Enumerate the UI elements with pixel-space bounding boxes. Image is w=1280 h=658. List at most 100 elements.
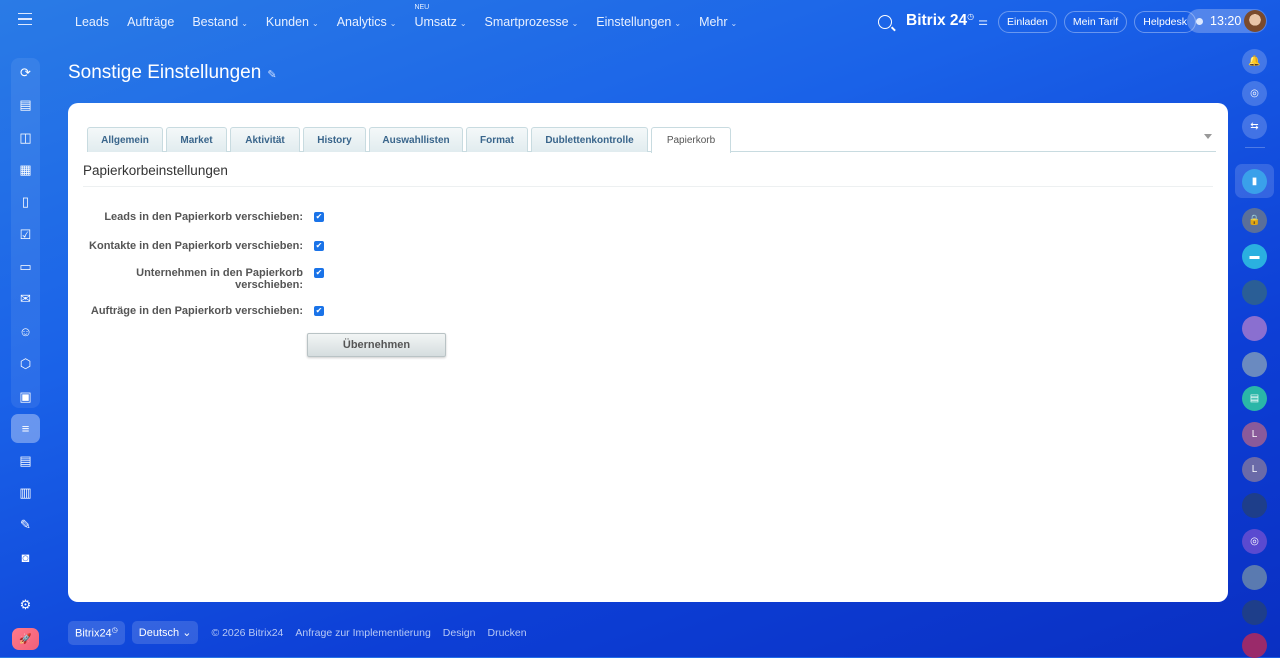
contacts-icon[interactable]: ☺	[11, 317, 40, 346]
card-icon[interactable]: ▤	[11, 446, 40, 475]
avatar[interactable]	[1242, 493, 1267, 518]
message-icon[interactable]: ▬	[1242, 244, 1267, 269]
avatar[interactable]	[1242, 633, 1267, 658]
chevron-down-icon: ⌄	[182, 627, 192, 640]
hexagon-icon[interactable]: ⬡	[11, 349, 40, 378]
tab-papierkorb[interactable]: Papierkorb	[651, 127, 731, 153]
top-bar: Leads Aufträge Bestand ⌄ Kunden ⌄ Analytics ⌄ NE…	[0, 0, 1280, 43]
chevron-down-icon: ⌄	[571, 18, 579, 28]
setting-checkbox[interactable]: ✔	[314, 306, 324, 316]
lock-icon[interactable]: 🔒	[1242, 208, 1267, 233]
page-title-text: Sonstige Einstellungen	[68, 62, 262, 83]
chat-icon[interactable]: ◫	[11, 123, 40, 152]
mail-icon[interactable]: ✉	[11, 284, 40, 313]
nav-item-label: Umsatz	[414, 14, 457, 29]
logo[interactable]: Bitrix 24◷	[906, 12, 974, 30]
bell-icon[interactable]: 🔔	[1242, 49, 1267, 74]
language-select[interactable]: Deutsch ⌄	[131, 621, 199, 645]
invite-button[interactable]: Einladen	[998, 10, 1057, 33]
tab-aktivität[interactable]: Aktivität	[230, 127, 300, 152]
store-icon[interactable]: ▥	[11, 478, 40, 507]
rocket-icon[interactable]: 🚀	[12, 628, 39, 650]
gear-icon[interactable]: ⚙	[11, 590, 40, 619]
news-icon[interactable]: ▤	[1242, 386, 1267, 411]
footer-link-implementation[interactable]: Anfrage zur Implementierung	[295, 627, 430, 639]
section-title: Papierkorbeinstellungen	[83, 163, 1213, 187]
search-icon[interactable]	[878, 14, 892, 29]
new-badge: NEU	[414, 3, 430, 11]
setting-row: Aufträge in den Papierkorb verschieben: ✔	[68, 305, 328, 317]
nav-item-label: Kunden	[265, 14, 310, 29]
nav-item[interactable]: Mehr ⌄	[699, 15, 737, 29]
divider	[1245, 147, 1265, 148]
nav-item[interactable]: Einstellungen ⌄	[596, 15, 681, 29]
tab-dublettenkontrolle[interactable]: Dublettenkontrolle	[531, 127, 648, 152]
nav-item-label: Smartprozesse	[484, 14, 569, 29]
nav-item[interactable]: Bestand ⌄	[192, 15, 248, 29]
nav-item[interactable]: Analytics ⌄	[337, 15, 397, 29]
top-right: Bitrix 24◷ ⚌ Einladen Mein Tarif Helpdes…	[878, 0, 1203, 43]
nav-item-label: Mehr	[699, 14, 728, 29]
clock-icon	[1196, 17, 1203, 25]
footer-link-print[interactable]: Drucken	[487, 627, 526, 639]
setting-label: Unternehmen in den Papierkorb verschiebe…	[136, 267, 303, 291]
avatar-letter[interactable]: L	[1242, 457, 1267, 482]
clock-small-icon: ◷	[111, 627, 118, 634]
tab-allgemein[interactable]: Allgemein	[87, 127, 163, 152]
apply-button[interactable]: Übernehmen	[307, 333, 446, 357]
tab-format[interactable]: Format	[466, 127, 528, 152]
avatar[interactable]	[1242, 600, 1267, 625]
nav-item[interactable]: Kunden ⌄	[266, 15, 319, 29]
nav-item[interactable]: Smartprozesse ⌄	[485, 15, 579, 29]
tab-market[interactable]: Market	[166, 127, 227, 152]
settings-sliders-icon[interactable]: ⚌	[978, 15, 988, 28]
nav-item-label: Bestand	[192, 14, 239, 29]
drive-icon[interactable]: ▭	[11, 252, 40, 281]
avatar[interactable]	[1242, 280, 1267, 305]
tab-auswahllisten[interactable]: Auswahllisten	[369, 127, 463, 152]
hamburger-icon[interactable]	[18, 13, 32, 25]
nav-item[interactable]: Aufträge	[127, 15, 174, 29]
nav-item[interactable]: Leads	[75, 15, 109, 29]
avatar[interactable]	[1242, 352, 1267, 377]
page-title: Sonstige Einstellungen ✎	[68, 62, 277, 84]
logo-text: Bitrix 24	[906, 12, 968, 30]
chevron-down-icon: ⌄	[730, 18, 738, 28]
language-value: Deutsch	[138, 627, 180, 640]
avatar[interactable]	[1242, 565, 1267, 590]
nav-item[interactable]: NEU Umsatz ⌄	[414, 4, 466, 29]
setting-row: Kontakte in den Papierkorb verschieben: ✔	[68, 240, 328, 252]
activity-icon[interactable]: ◎	[1242, 81, 1267, 106]
activity-icon[interactable]: ◎	[1242, 529, 1267, 554]
nav-item-label: Analytics	[336, 14, 387, 29]
presentation-icon[interactable]: ▣	[11, 382, 40, 411]
tasks-icon[interactable]: ☑	[11, 220, 40, 249]
document-icon[interactable]: ▯	[11, 187, 40, 216]
tariff-button[interactable]: Mein Tarif	[1063, 10, 1128, 33]
setting-row: Unternehmen in den Papierkorb verschiebe…	[68, 267, 328, 291]
chat-switch-icon[interactable]: ⇆	[1242, 114, 1267, 139]
robot-icon[interactable]: ◙	[11, 543, 40, 572]
setting-checkbox[interactable]: ✔	[314, 241, 324, 251]
footer-link-design[interactable]: Design	[443, 627, 476, 639]
nav-item-label: Aufträge	[127, 14, 175, 29]
chevron-down-icon: ⌄	[312, 18, 319, 28]
pin-icon[interactable]: ✎	[267, 69, 276, 81]
chevron-down-icon: ⌄	[674, 18, 682, 28]
tab-history[interactable]: History	[303, 127, 366, 152]
edit-doc-icon[interactable]: ✎	[11, 510, 40, 539]
bookmark-icon[interactable]: ▮	[1242, 169, 1267, 194]
user-avatar[interactable]	[1244, 10, 1266, 32]
avatar[interactable]	[1242, 316, 1267, 341]
feed-icon[interactable]: ▤	[11, 90, 40, 119]
calendar-icon[interactable]: ▦	[11, 155, 40, 184]
funnel-icon[interactable]: ≡	[11, 414, 40, 443]
footer-brand-button[interactable]: Bitrix24◷	[68, 621, 125, 645]
chevron-down-icon: ⌄	[389, 18, 397, 28]
setting-checkbox[interactable]: ✔	[314, 268, 324, 278]
tabs-dropdown-icon[interactable]	[1204, 134, 1212, 139]
setting-checkbox[interactable]: ✔	[314, 212, 324, 222]
crm-icon[interactable]: ⟳	[11, 58, 40, 87]
nav-item-label: Einstellungen	[596, 14, 672, 29]
avatar-letter[interactable]: L	[1242, 422, 1267, 447]
